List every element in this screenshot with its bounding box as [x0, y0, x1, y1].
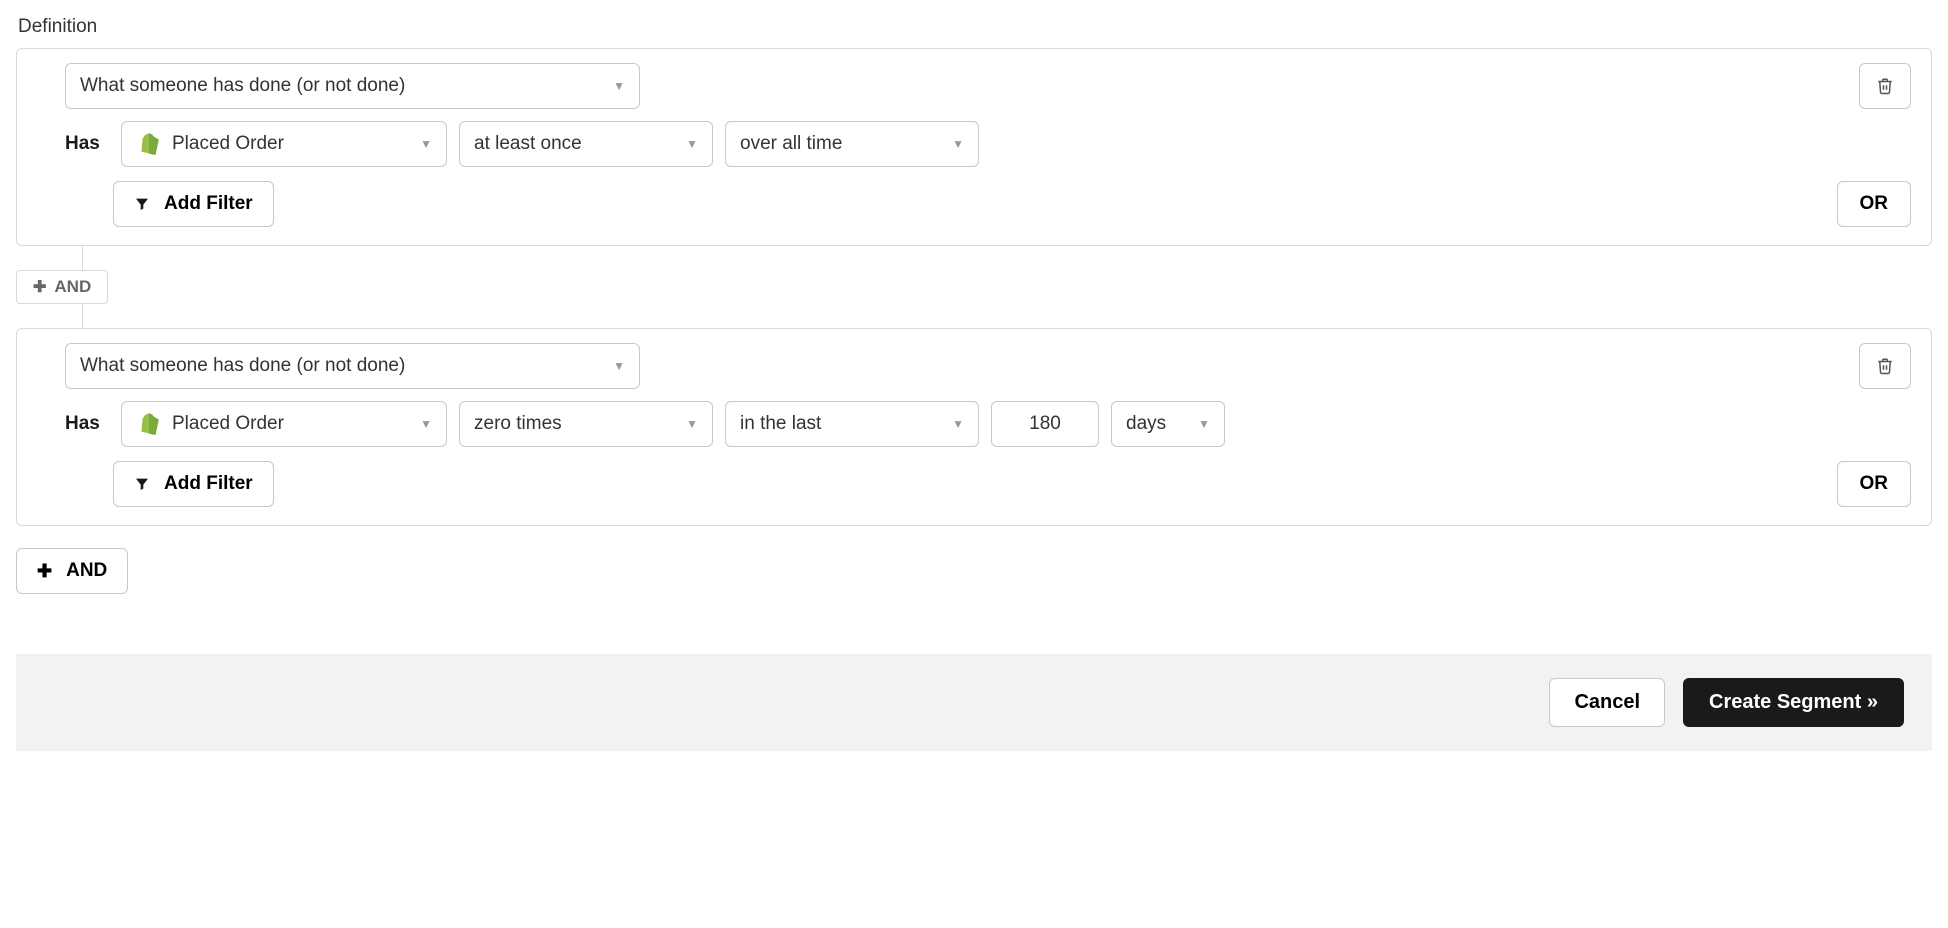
condition-card: What someone has done (or not done) ▼ Ha…: [16, 48, 1932, 246]
condition-type-value: What someone has done (or not done): [80, 355, 405, 377]
chevron-down-icon: ▼: [420, 137, 432, 151]
chevron-down-icon: ▼: [613, 359, 625, 373]
cancel-button[interactable]: Cancel: [1549, 678, 1665, 727]
add-filter-button[interactable]: Add Filter: [113, 461, 274, 507]
or-label: OR: [1860, 193, 1889, 215]
event-select[interactable]: Placed Order ▼: [121, 401, 447, 447]
chevron-down-icon: ▼: [686, 417, 698, 431]
timeframe-select[interactable]: over all time ▼: [725, 121, 979, 167]
has-label: Has: [65, 133, 105, 155]
filter-icon: [134, 196, 150, 212]
trash-icon: [1876, 357, 1894, 375]
chevron-down-icon: ▼: [1198, 417, 1210, 431]
chevron-down-icon: ▼: [952, 417, 964, 431]
unit-value: days: [1126, 413, 1166, 435]
timeframe-number-input[interactable]: [991, 401, 1099, 447]
chevron-down-icon: ▼: [613, 79, 625, 93]
delete-condition-button[interactable]: [1859, 343, 1911, 389]
shopify-icon: [136, 411, 162, 437]
delete-condition-button[interactable]: [1859, 63, 1911, 109]
condition-type-select[interactable]: What someone has done (or not done) ▼: [65, 63, 640, 109]
add-filter-button[interactable]: Add Filter: [113, 181, 274, 227]
timeframe-value: in the last: [740, 413, 821, 435]
condition-type-select[interactable]: What someone has done (or not done) ▼: [65, 343, 640, 389]
chevron-down-icon: ▼: [420, 417, 432, 431]
or-button[interactable]: OR: [1837, 461, 1912, 507]
connector-line: [82, 246, 83, 270]
frequency-value: at least once: [474, 133, 582, 155]
event-value: Placed Order: [172, 413, 284, 435]
condition-type-value: What someone has done (or not done): [80, 75, 405, 97]
trash-icon: [1876, 77, 1894, 95]
footer-bar: Cancel Create Segment »: [16, 654, 1932, 751]
add-filter-label: Add Filter: [164, 473, 253, 495]
timeframe-value: over all time: [740, 133, 842, 155]
timeframe-select[interactable]: in the last ▼: [725, 401, 979, 447]
chevron-down-icon: ▼: [686, 137, 698, 151]
or-button[interactable]: OR: [1837, 181, 1912, 227]
create-segment-button[interactable]: Create Segment »: [1683, 678, 1904, 727]
frequency-select[interactable]: at least once ▼: [459, 121, 713, 167]
or-label: OR: [1860, 473, 1889, 495]
connector-line: [82, 304, 83, 328]
has-label: Has: [65, 413, 105, 435]
event-value: Placed Order: [172, 133, 284, 155]
and-label: AND: [54, 277, 91, 297]
create-segment-label: Create Segment »: [1709, 691, 1878, 714]
add-filter-label: Add Filter: [164, 193, 253, 215]
frequency-value: zero times: [474, 413, 562, 435]
plus-icon: ✚: [37, 561, 52, 582]
frequency-select[interactable]: zero times ▼: [459, 401, 713, 447]
plus-icon: ✚: [33, 277, 46, 297]
and-connector-pill: ✚ AND: [16, 270, 108, 304]
filter-icon: [134, 476, 150, 492]
shopify-icon: [136, 131, 162, 157]
condition-card: What someone has done (or not done) ▼ Ha…: [16, 328, 1932, 526]
event-select[interactable]: Placed Order ▼: [121, 121, 447, 167]
section-title: Definition: [18, 16, 1932, 38]
timeframe-unit-select[interactable]: days ▼: [1111, 401, 1225, 447]
chevron-down-icon: ▼: [952, 137, 964, 151]
add-and-label: AND: [66, 560, 107, 582]
add-and-button[interactable]: ✚ AND: [16, 548, 128, 594]
